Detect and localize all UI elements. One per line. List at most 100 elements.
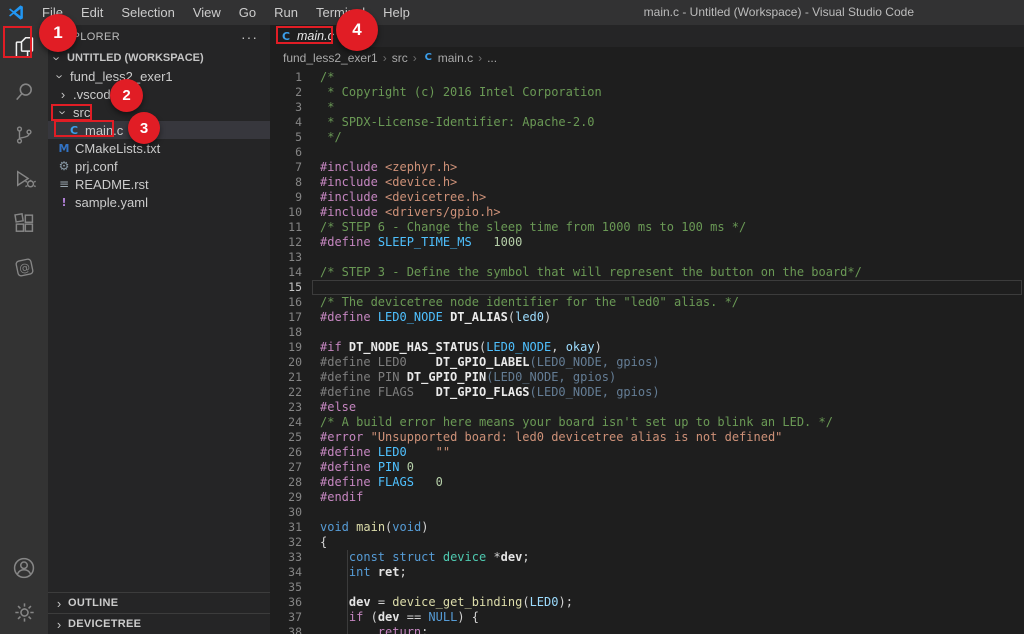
code-line-8[interactable]: 8#include <device.h> <box>270 175 1024 190</box>
line-number[interactable]: 32 <box>270 535 302 550</box>
code-line-33[interactable]: 33 const struct device *dev; <box>270 550 1024 565</box>
line-number[interactable]: 38 <box>270 625 302 634</box>
code-line-17[interactable]: 17#define LED0_NODE DT_ALIAS(led0) <box>270 310 1024 325</box>
line-number[interactable]: 33 <box>270 550 302 565</box>
run-debug-icon[interactable] <box>0 157 48 201</box>
code-line-31[interactable]: 31void main(void) <box>270 520 1024 535</box>
line-number[interactable]: 5 <box>270 130 302 145</box>
code-line-28[interactable]: 28#define FLAGS 0 <box>270 475 1024 490</box>
code-line-35[interactable]: 35 <box>270 580 1024 595</box>
code-line-1[interactable]: 1/* <box>270 70 1024 85</box>
tree-item-fund-less2-exer1[interactable]: ›fund_less2_exer1 <box>48 67 270 85</box>
panel-outline[interactable]: ›OUTLINE <box>48 592 270 613</box>
breadcrumb-item--[interactable]: ... <box>487 51 497 65</box>
code-line-37[interactable]: 37 if (dev == NULL) { <box>270 610 1024 625</box>
line-number[interactable]: 30 <box>270 505 302 520</box>
line-number[interactable]: 7 <box>270 160 302 175</box>
line-number[interactable]: 14 <box>270 265 302 280</box>
line-number[interactable]: 34 <box>270 565 302 580</box>
line-number[interactable]: 25 <box>270 430 302 445</box>
tree-item-cmakelists-txt[interactable]: MCMakeLists.txt <box>48 139 270 157</box>
line-number[interactable]: 3 <box>270 100 302 115</box>
tree-item-main-c[interactable]: Cmain.c <box>48 121 270 139</box>
line-number[interactable]: 20 <box>270 355 302 370</box>
tree-item-prj-conf[interactable]: ⚙prj.conf <box>48 157 270 175</box>
line-number[interactable]: 11 <box>270 220 302 235</box>
tab-main-c[interactable]: C main.c <box>270 25 348 47</box>
menu-view[interactable]: View <box>184 0 230 25</box>
explorer-icon[interactable] <box>0 25 48 69</box>
code-line-11[interactable]: 11/* STEP 6 - Change the sleep time from… <box>270 220 1024 235</box>
settings-gear-icon[interactable] <box>0 590 48 634</box>
line-number[interactable]: 2 <box>270 85 302 100</box>
code-line-2[interactable]: 2 * Copyright (c) 2016 Intel Corporation <box>270 85 1024 100</box>
menu-help[interactable]: Help <box>374 0 419 25</box>
source-control-icon[interactable] <box>0 113 48 157</box>
menu-edit[interactable]: Edit <box>72 0 112 25</box>
code-line-4[interactable]: 4 * SPDX-License-Identifier: Apache-2.0 <box>270 115 1024 130</box>
code-line-20[interactable]: 20#define LED0 DT_GPIO_LABEL(LED0_NODE, … <box>270 355 1024 370</box>
code-line-23[interactable]: 23#else <box>270 400 1024 415</box>
line-number[interactable]: 10 <box>270 205 302 220</box>
code-editor[interactable]: 1/*2 * Copyright (c) 2016 Intel Corporat… <box>270 70 1024 634</box>
code-line-24[interactable]: 24/* A build error here means your board… <box>270 415 1024 430</box>
menu-go[interactable]: Go <box>230 0 265 25</box>
code-line-21[interactable]: 21#define PIN DT_GPIO_PIN(LED0_NODE, gpi… <box>270 370 1024 385</box>
code-line-7[interactable]: 7#include <zephyr.h> <box>270 160 1024 175</box>
code-line-16[interactable]: 16/* The devicetree node identifier for … <box>270 295 1024 310</box>
menu-selection[interactable]: Selection <box>112 0 183 25</box>
breadcrumb-item-main-c[interactable]: Cmain.c <box>422 51 473 65</box>
line-number[interactable]: 36 <box>270 595 302 610</box>
code-line-27[interactable]: 27#define PIN 0 <box>270 460 1024 475</box>
line-number[interactable]: 19 <box>270 340 302 355</box>
line-number[interactable]: 15 <box>270 280 302 295</box>
breadcrumb-item-src[interactable]: src <box>392 51 408 65</box>
line-number[interactable]: 23 <box>270 400 302 415</box>
panel-devicetree[interactable]: ›DEVICETREE <box>48 613 270 634</box>
line-number[interactable]: 37 <box>270 610 302 625</box>
code-line-32[interactable]: 32{ <box>270 535 1024 550</box>
code-line-29[interactable]: 29#endif <box>270 490 1024 505</box>
line-number[interactable]: 22 <box>270 385 302 400</box>
code-line-26[interactable]: 26#define LED0 "" <box>270 445 1024 460</box>
code-line-9[interactable]: 9#include <devicetree.h> <box>270 190 1024 205</box>
line-number[interactable]: 18 <box>270 325 302 340</box>
tree-item-readme-rst[interactable]: ≡README.rst <box>48 175 270 193</box>
line-number[interactable]: 6 <box>270 145 302 160</box>
menu-terminal[interactable]: Terminal <box>307 0 374 25</box>
more-actions-icon[interactable]: ··· <box>241 29 258 45</box>
line-number[interactable]: 17 <box>270 310 302 325</box>
tree-item--vscode[interactable]: ›.vscode <box>48 85 270 103</box>
line-number[interactable]: 16 <box>270 295 302 310</box>
code-line-18[interactable]: 18 <box>270 325 1024 340</box>
line-number[interactable]: 12 <box>270 235 302 250</box>
line-number[interactable]: 1 <box>270 70 302 85</box>
code-line-38[interactable]: 38 return; <box>270 625 1024 634</box>
code-line-30[interactable]: 30 <box>270 505 1024 520</box>
line-number[interactable]: 28 <box>270 475 302 490</box>
code-line-22[interactable]: 22#define FLAGS DT_GPIO_FLAGS(LED0_NODE,… <box>270 385 1024 400</box>
code-line-25[interactable]: 25#error "Unsupported board: led0 device… <box>270 430 1024 445</box>
code-line-10[interactable]: 10#include <drivers/gpio.h> <box>270 205 1024 220</box>
line-number[interactable]: 13 <box>270 250 302 265</box>
line-number[interactable]: 27 <box>270 460 302 475</box>
code-line-36[interactable]: 36 dev = device_get_binding(LED0); <box>270 595 1024 610</box>
line-number[interactable]: 8 <box>270 175 302 190</box>
extensions-icon[interactable] <box>0 201 48 245</box>
menu-run[interactable]: Run <box>265 0 307 25</box>
code-line-15[interactable]: 15 <box>270 280 1024 295</box>
code-line-19[interactable]: 19#if DT_NODE_HAS_STATUS(LED0_NODE, okay… <box>270 340 1024 355</box>
menu-file[interactable]: File <box>33 0 72 25</box>
at-extension-icon[interactable]: @ <box>0 245 48 289</box>
breadcrumb-item-fund-less2-exer1[interactable]: fund_less2_exer1 <box>283 51 378 65</box>
tree-item-untitled-workspace-[interactable]: ›UNTITLED (WORKSPACE) <box>48 49 270 67</box>
code-line-12[interactable]: 12#define SLEEP_TIME_MS 1000 <box>270 235 1024 250</box>
code-line-14[interactable]: 14/* STEP 3 - Define the symbol that wil… <box>270 265 1024 280</box>
code-line-6[interactable]: 6 <box>270 145 1024 160</box>
code-line-34[interactable]: 34 int ret; <box>270 565 1024 580</box>
account-icon[interactable] <box>0 546 48 590</box>
line-number[interactable]: 4 <box>270 115 302 130</box>
code-line-13[interactable]: 13 <box>270 250 1024 265</box>
line-number[interactable]: 35 <box>270 580 302 595</box>
line-number[interactable]: 9 <box>270 190 302 205</box>
